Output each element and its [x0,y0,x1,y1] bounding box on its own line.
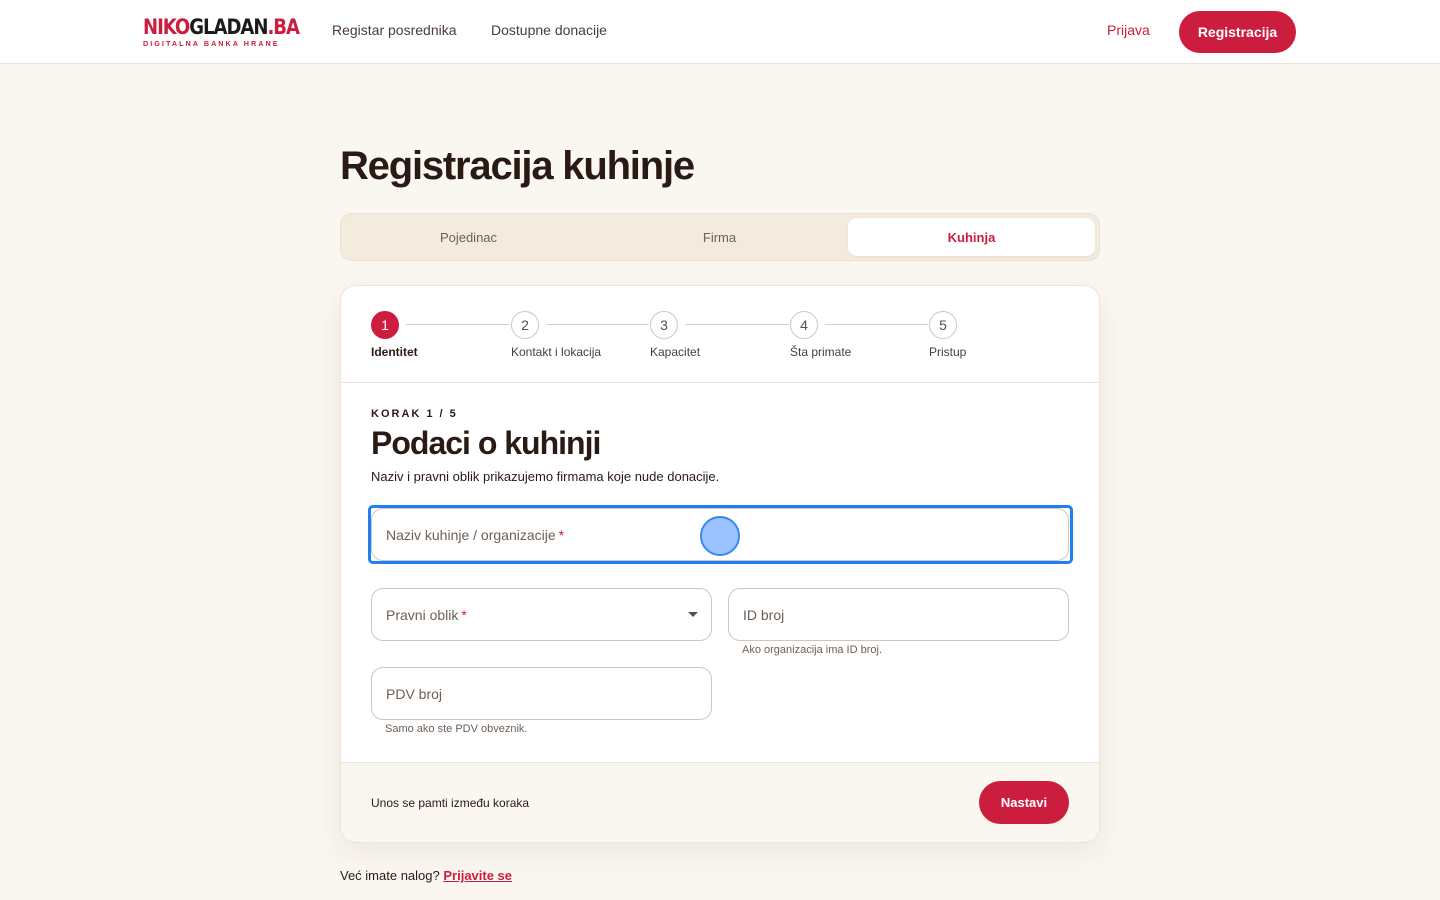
registration-type-tabs: Pojedinac Firma Kuhinja [340,213,1100,261]
logo-tagline: DIGITALNA BANKA HRANE [143,39,280,48]
step-3-indicator: 3 [650,311,678,339]
step-1-indicator: 1 [371,311,399,339]
stepper-connector [825,324,928,325]
kitchen-name-label: Naziv kuhinje / organizacije [386,526,556,543]
card-divider [341,382,1099,383]
tab-company[interactable]: Firma [596,218,843,256]
card-footer: Unos se pamti između koraka Nastavi [341,762,1099,842]
login-prompt: Već imate nalog? Prijavite se [340,868,512,883]
vat-number-hint: Samo ako ste PDV obveznik. [385,723,528,735]
step-5-label: Pristup [929,345,967,359]
legal-form-select[interactable]: Pravni oblik * [371,588,712,641]
nav-link-register-intermediaries[interactable]: Registar posrednika [332,22,457,38]
required-marker: * [558,526,565,543]
page-title: Registracija kuhinje [340,144,695,188]
vat-number-input[interactable]: PDV broj [371,667,712,720]
tab-kitchen[interactable]: Kuhinja [848,218,1095,256]
top-header: NIKOGLADAN.BA DIGITALNA BANKA HRANE Regi… [0,0,1440,64]
chevron-down-icon [688,612,698,617]
nav-link-available-donations[interactable]: Dostupne donacije [491,22,607,38]
login-prompt-question: Već imate nalog? [340,868,440,883]
id-number-label: ID broj [743,606,785,623]
step-2-indicator: 2 [511,311,539,339]
logo-wordmark: NIKOGLADAN.BA [143,15,300,39]
continue-button[interactable]: Nastavi [979,781,1069,824]
register-button[interactable]: Registracija [1179,11,1296,53]
required-marker: * [461,606,467,623]
step-3-label: Kapacitet [650,345,701,359]
step-2-label: Kontakt i lokacija [511,345,602,359]
login-link[interactable]: Prijava [1107,22,1150,38]
step-4-indicator: 4 [790,311,818,339]
section-title: Podaci o kuhinji [371,425,601,461]
id-number-hint: Ako organizacija ima ID broj. [742,644,883,656]
autosave-note: Unos se pamti između koraka [371,796,530,810]
step-kicker: KORAK 1 / 5 [371,408,458,420]
stepper-connector [546,324,649,325]
tab-individual[interactable]: Pojedinac [345,218,592,256]
id-number-input[interactable]: ID broj [728,588,1069,641]
stepper-connector [406,324,509,325]
step-4-label: Šta primate [790,345,852,359]
site-logo[interactable]: NIKOGLADAN.BA DIGITALNA BANKA HRANE [143,15,300,50]
login-prompt-link[interactable]: Prijavite se [443,868,512,883]
legal-form-label: Pravni oblik [386,606,459,623]
section-description: Naziv i pravni oblik prikazujemo firmama… [371,469,720,484]
stepper-connector [685,324,789,325]
registration-card: 1 Identitet 2 Kontakt i lokacija 3 Kapac… [340,285,1100,843]
pointer-cursor-icon [700,516,740,556]
step-5-indicator: 5 [929,311,957,339]
vat-number-label: PDV broj [386,685,443,702]
step-1-label: Identitet [371,345,418,359]
